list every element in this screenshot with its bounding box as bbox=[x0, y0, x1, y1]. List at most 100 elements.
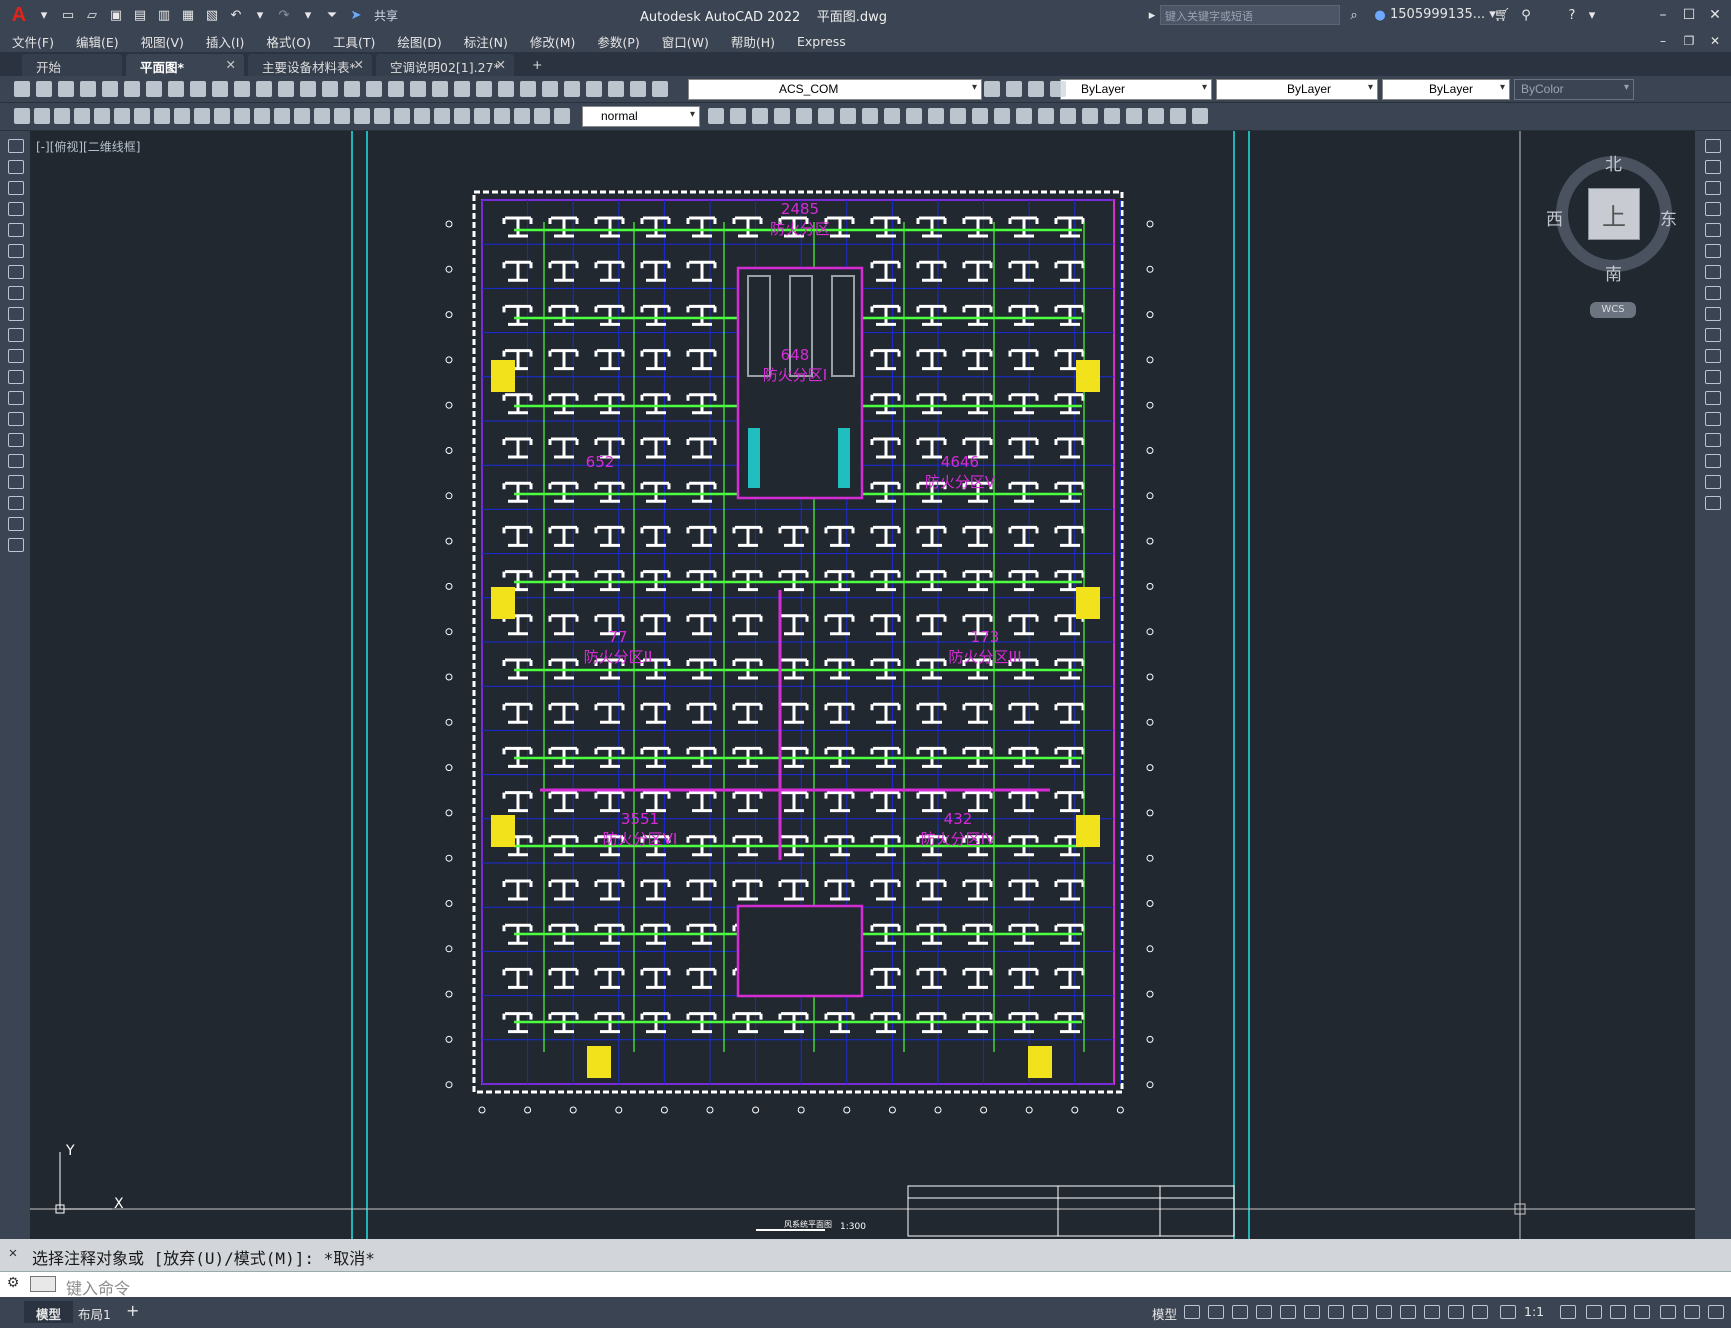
draw-tool-icon-12[interactable] bbox=[8, 391, 24, 405]
dimension-tool-icon-45[interactable] bbox=[1082, 108, 1098, 124]
status-toggle-icon-6[interactable] bbox=[1328, 1305, 1344, 1319]
standard-tool-icon-11[interactable] bbox=[256, 81, 272, 97]
command-line[interactable]: ⚙ 键入命令 bbox=[0, 1271, 1731, 1298]
draw-tool-icon-15[interactable] bbox=[8, 454, 24, 468]
standard-tool-icon-16[interactable] bbox=[366, 81, 382, 97]
dimension-tool-icon-4[interactable] bbox=[94, 108, 110, 124]
status-toggle-icon-17[interactable] bbox=[1634, 1305, 1650, 1319]
command-customize-icon[interactable]: ⚙ bbox=[0, 1275, 26, 1291]
standard-tool-icon-22[interactable] bbox=[498, 81, 514, 97]
minimize-icon[interactable]: – bbox=[1652, 4, 1674, 26]
standard-tool-icon-13[interactable] bbox=[300, 81, 316, 97]
redo-dropdown-icon[interactable]: ▾ bbox=[298, 5, 318, 25]
menu-item-7[interactable]: 标注(N) bbox=[464, 32, 508, 51]
modify-tool-icon-12[interactable] bbox=[1705, 391, 1721, 405]
dimension-tool-icon-41[interactable] bbox=[994, 108, 1010, 124]
open-web-icon[interactable]: ▥ bbox=[154, 5, 174, 25]
dimension-tool-icon-26[interactable] bbox=[534, 108, 550, 124]
standard-tool-icon-30[interactable] bbox=[984, 81, 1000, 97]
modify-tool-icon-16[interactable] bbox=[1705, 475, 1721, 489]
model-space-toggle[interactable]: 模型 bbox=[1152, 1304, 1177, 1323]
dimension-tool-icon-38[interactable] bbox=[928, 108, 944, 124]
dimension-tool-icon-28[interactable] bbox=[708, 108, 724, 124]
menu-item-4[interactable]: 格式(O) bbox=[266, 32, 311, 51]
standard-tool-icon-25[interactable] bbox=[564, 81, 580, 97]
doc-tab-2[interactable]: 主要设备材料表* ✕ bbox=[248, 54, 372, 76]
dimension-tool-icon-9[interactable] bbox=[194, 108, 210, 124]
user-icon[interactable]: ● bbox=[1370, 5, 1390, 25]
dimension-tool-icon-12[interactable] bbox=[254, 108, 270, 124]
dimension-tool-icon-29[interactable] bbox=[730, 108, 746, 124]
doc-minimize-icon[interactable]: – bbox=[1652, 30, 1674, 52]
menu-item-0[interactable]: 文件(F) bbox=[12, 32, 54, 51]
tab-close-icon[interactable]: ✕ bbox=[354, 57, 364, 72]
layout-tab-layout1[interactable]: 布局1 bbox=[66, 1301, 123, 1323]
dimension-tool-icon-6[interactable] bbox=[134, 108, 150, 124]
tab-close-icon[interactable]: ✕ bbox=[496, 57, 506, 72]
modify-tool-icon-6[interactable] bbox=[1705, 265, 1721, 279]
standard-tool-icon-0[interactable] bbox=[14, 81, 30, 97]
standard-tool-icon-9[interactable] bbox=[212, 81, 228, 97]
standard-tool-icon-6[interactable] bbox=[146, 81, 162, 97]
menu-item-8[interactable]: 修改(M) bbox=[530, 32, 576, 51]
dimension-tool-icon-48[interactable] bbox=[1148, 108, 1164, 124]
dimension-tool-icon-18[interactable] bbox=[374, 108, 390, 124]
text-style-combo[interactable]: normal ▾ bbox=[582, 106, 700, 127]
open-file-icon[interactable]: ▱ bbox=[82, 5, 102, 25]
status-toggle-icon-7[interactable] bbox=[1352, 1305, 1368, 1319]
new-tab-icon[interactable]: + bbox=[518, 54, 556, 76]
menu-item-6[interactable]: 绘图(D) bbox=[397, 32, 441, 51]
share-icon[interactable]: ➤ bbox=[346, 5, 366, 25]
viewcube-top-face[interactable]: 上 bbox=[1588, 188, 1640, 240]
doc-close-icon[interactable]: ✕ bbox=[1704, 30, 1726, 52]
standard-tool-icon-19[interactable] bbox=[432, 81, 448, 97]
autocad-logo-icon[interactable]: A bbox=[6, 2, 32, 28]
draw-tool-icon-0[interactable] bbox=[8, 139, 24, 153]
draw-tool-icon-13[interactable] bbox=[8, 412, 24, 426]
draw-tool-icon-3[interactable] bbox=[8, 202, 24, 216]
dimension-tool-icon-15[interactable] bbox=[314, 108, 330, 124]
plot-icon[interactable]: ▧ bbox=[202, 5, 222, 25]
draw-tool-icon-2[interactable] bbox=[8, 181, 24, 195]
status-toggle-icon-13[interactable] bbox=[1500, 1305, 1516, 1319]
dimension-tool-icon-2[interactable] bbox=[54, 108, 70, 124]
status-toggle-icon-4[interactable] bbox=[1280, 1305, 1296, 1319]
dimension-tool-icon-21[interactable] bbox=[434, 108, 450, 124]
status-toggle-icon-1[interactable] bbox=[1208, 1305, 1224, 1319]
draw-tool-icon-6[interactable] bbox=[8, 265, 24, 279]
dimension-tool-icon-13[interactable] bbox=[274, 108, 290, 124]
dimension-tool-icon-11[interactable] bbox=[234, 108, 250, 124]
status-toggle-icon-8[interactable] bbox=[1376, 1305, 1392, 1319]
dimension-tool-icon-37[interactable] bbox=[906, 108, 922, 124]
dimension-tool-icon-31[interactable] bbox=[774, 108, 790, 124]
modify-tool-icon-8[interactable] bbox=[1705, 307, 1721, 321]
dimension-tool-icon-33[interactable] bbox=[818, 108, 834, 124]
standard-tool-icon-10[interactable] bbox=[234, 81, 250, 97]
status-toggle-icon-20[interactable] bbox=[1708, 1305, 1724, 1319]
draw-tool-icon-5[interactable] bbox=[8, 244, 24, 258]
compass-west[interactable]: 西 bbox=[1546, 205, 1563, 230]
dimension-tool-icon-44[interactable] bbox=[1060, 108, 1076, 124]
standard-tool-icon-29[interactable] bbox=[652, 81, 668, 97]
command-recent-icon[interactable] bbox=[30, 1276, 56, 1292]
standard-tool-icon-28[interactable] bbox=[630, 81, 646, 97]
standard-tool-icon-3[interactable] bbox=[80, 81, 96, 97]
modify-tool-icon-13[interactable] bbox=[1705, 412, 1721, 426]
standard-tool-icon-31[interactable] bbox=[1006, 81, 1022, 97]
status-toggle-icon-0[interactable] bbox=[1184, 1305, 1200, 1319]
search-input[interactable]: 键入关键字或短语 bbox=[1160, 5, 1340, 25]
standard-tool-icon-27[interactable] bbox=[608, 81, 624, 97]
standard-tool-icon-7[interactable] bbox=[168, 81, 184, 97]
dimension-tool-icon-22[interactable] bbox=[454, 108, 470, 124]
standard-tool-icon-14[interactable] bbox=[322, 81, 338, 97]
dimension-tool-icon-5[interactable] bbox=[114, 108, 130, 124]
viewport-controls[interactable]: [-][俯视][二维线框] bbox=[36, 138, 140, 155]
save-icon[interactable]: ▣ bbox=[106, 5, 126, 25]
help-icon[interactable]: ? bbox=[1562, 5, 1582, 25]
draw-tool-icon-16[interactable] bbox=[8, 475, 24, 489]
compass-east[interactable]: 东 bbox=[1660, 205, 1677, 230]
autodesk-app-icon[interactable]: ⚲ bbox=[1516, 5, 1536, 25]
standard-tool-icon-15[interactable] bbox=[344, 81, 360, 97]
doc-tab-3[interactable]: 空调说明02[1].27* ✕ bbox=[376, 54, 514, 76]
dimension-tool-icon-7[interactable] bbox=[154, 108, 170, 124]
